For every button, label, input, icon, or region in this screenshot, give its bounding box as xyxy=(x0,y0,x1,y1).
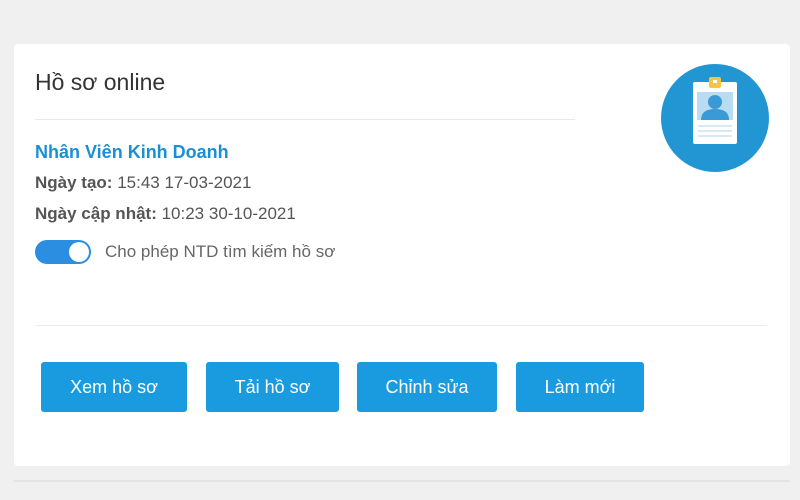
id-badge-icon xyxy=(661,64,769,172)
download-profile-button[interactable]: Tải hồ sơ xyxy=(206,362,339,412)
card-title: Hồ sơ online xyxy=(35,69,166,95)
created-date-value: 15:43 17-03-2021 xyxy=(117,173,252,192)
toggle-knob xyxy=(69,242,89,262)
created-date-label: Ngày tạo: xyxy=(35,173,113,192)
updated-date-row: Ngày cập nhật: 10:23 30-10-2021 xyxy=(35,203,296,225)
search-permission-toggle[interactable] xyxy=(35,240,91,264)
edit-profile-button[interactable]: Chỉnh sửa xyxy=(357,362,497,412)
title-divider xyxy=(35,119,575,120)
view-profile-button[interactable]: Xem hồ sơ xyxy=(41,362,187,412)
updated-date-label: Ngày cập nhật: xyxy=(35,204,157,223)
created-date-row: Ngày tạo: 15:43 17-03-2021 xyxy=(35,172,251,194)
updated-date-value: 10:23 30-10-2021 xyxy=(161,204,296,223)
page-bottom-divider xyxy=(14,480,790,482)
profile-job-title-link[interactable]: Nhân Viên Kinh Doanh xyxy=(35,141,229,163)
profile-card: Hồ sơ online Nhân Viên Kinh Doanh Ngày t… xyxy=(14,44,790,466)
search-permission-row: Cho phép NTD tìm kiếm hồ sơ xyxy=(35,239,335,265)
actions-divider xyxy=(35,325,767,326)
search-permission-label: Cho phép NTD tìm kiếm hồ sơ xyxy=(105,242,336,261)
refresh-profile-button[interactable]: Làm mới xyxy=(516,362,644,412)
